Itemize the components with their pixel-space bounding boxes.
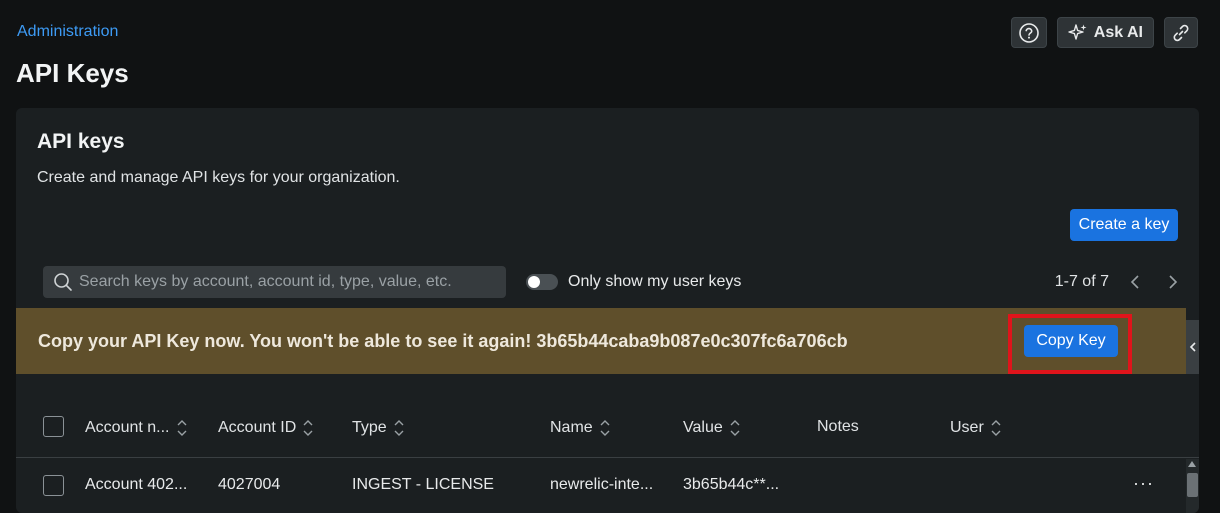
cell-value: 3b65b44c**... — [683, 476, 780, 493]
sort-icon — [600, 420, 610, 436]
collapse-panel-tab[interactable] — [1186, 320, 1199, 374]
scroll-up-arrow[interactable] — [1188, 461, 1196, 467]
table-row[interactable]: Account 402... 4027004 INGEST - LICENSE … — [16, 459, 1186, 513]
previous-page-button[interactable] — [1123, 270, 1147, 294]
chevron-right-icon — [1169, 275, 1178, 289]
table-scrollbar[interactable] — [1186, 459, 1199, 513]
cell-name: newrelic-inte... — [550, 476, 654, 493]
select-all-checkbox[interactable] — [43, 416, 64, 437]
copy-key-banner: Copy your API Key now. You won't be able… — [16, 308, 1186, 374]
user-keys-toggle-label: Only show my user keys — [568, 273, 742, 290]
breadcrumb-administration[interactable]: Administration — [17, 23, 118, 41]
column-type[interactable]: Type — [352, 418, 405, 438]
sparkle-icon — [1068, 23, 1087, 40]
chevron-left-icon — [1189, 342, 1196, 352]
create-key-button[interactable]: Create a key — [1070, 209, 1178, 241]
column-label: Account n... — [85, 419, 170, 436]
row-checkbox[interactable] — [43, 475, 64, 496]
ask-ai-label: Ask AI — [1093, 23, 1143, 41]
column-label: Value — [683, 419, 723, 436]
column-label: Notes — [817, 418, 859, 435]
user-keys-toggle[interactable] — [526, 274, 558, 290]
column-value[interactable]: Value — [683, 418, 741, 438]
card-title: API keys — [37, 130, 125, 153]
column-label: Name — [550, 419, 593, 436]
cell-account-id: 4027004 — [218, 476, 281, 493]
copy-key-button[interactable]: Copy Key — [1024, 325, 1118, 357]
sort-icon — [730, 420, 740, 436]
sort-icon — [991, 420, 1001, 436]
help-button[interactable] — [1010, 17, 1047, 48]
column-label: Type — [352, 419, 387, 436]
column-account-name[interactable]: Account n... — [85, 418, 188, 438]
sort-icon — [303, 420, 313, 436]
page-title: API Keys — [16, 58, 129, 88]
column-user[interactable]: User — [950, 418, 1002, 438]
search-icon — [54, 273, 72, 291]
api-keys-card: API keys Create and manage API keys for … — [16, 108, 1199, 513]
row-actions-button[interactable]: ··· — [1133, 473, 1154, 494]
help-icon — [1018, 22, 1039, 43]
pagination-text: 1-7 of 7 — [1054, 273, 1109, 290]
next-page-button[interactable] — [1161, 270, 1185, 294]
top-actions: Ask AI — [1010, 17, 1198, 48]
column-label: Account ID — [218, 419, 297, 436]
link-icon — [1173, 24, 1189, 41]
table-header: Account n... Account ID Type Name Value … — [16, 408, 1199, 458]
cell-account-name: Account 402... — [85, 476, 188, 493]
banner-message: Copy your API Key now. You won't be able… — [38, 331, 848, 351]
cell-type: INGEST - LICENSE — [352, 476, 494, 493]
search-box — [43, 266, 506, 298]
pagination: 1-7 of 7 — [1055, 270, 1185, 294]
column-notes: Notes — [817, 418, 859, 436]
card-description: Create and manage API keys for your orga… — [37, 169, 400, 186]
ask-ai-button[interactable]: Ask AI — [1056, 17, 1154, 48]
sort-icon — [394, 420, 404, 436]
column-account-id[interactable]: Account ID — [218, 418, 314, 438]
chevron-left-icon — [1130, 275, 1139, 289]
sort-icon — [177, 420, 186, 436]
copy-link-button[interactable] — [1164, 17, 1198, 48]
search-input[interactable] — [79, 273, 506, 291]
scroll-thumb[interactable] — [1187, 473, 1198, 497]
toggle-knob — [528, 276, 540, 288]
api-keys-page: Administration API Keys Ask AI API keys … — [0, 0, 1220, 513]
user-keys-filter: Only show my user keys — [526, 273, 741, 291]
column-label: User — [950, 419, 984, 436]
column-name[interactable]: Name — [550, 418, 611, 438]
